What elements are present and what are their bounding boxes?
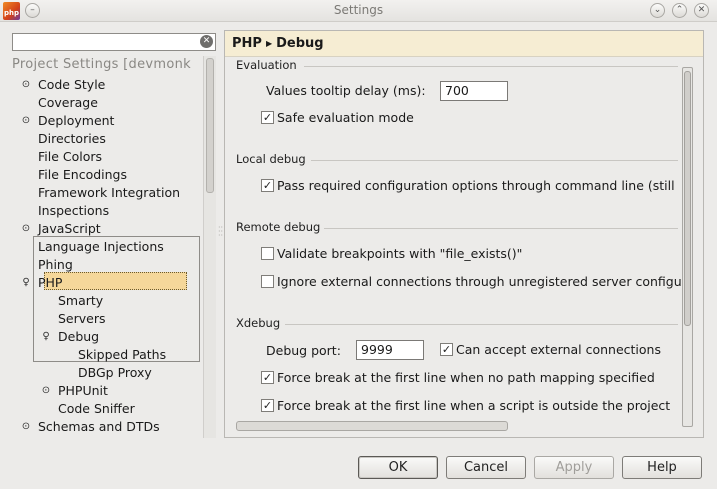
- tree-item-coverage[interactable]: Coverage: [38, 94, 98, 112]
- clear-search-icon[interactable]: ✕: [200, 35, 213, 48]
- section-divider: [304, 66, 678, 67]
- ok-button[interactable]: OK: [358, 456, 438, 479]
- force-break-mapping-label: Force break at the first line when no pa…: [277, 370, 655, 385]
- tree-item-code-sniffer[interactable]: Code Sniffer: [58, 400, 135, 418]
- tree-expand-toggle-icon[interactable]: ♀: [20, 274, 32, 292]
- pass-config-label: Pass required configuration options thro…: [277, 178, 675, 193]
- tree-scrollbar[interactable]: [203, 56, 216, 438]
- tree-expand-toggle-icon[interactable]: ⊙: [20, 76, 32, 94]
- tree-item-javascript[interactable]: JavaScript: [38, 220, 101, 238]
- tree-item-inspections[interactable]: Inspections: [38, 202, 109, 220]
- settings-search-input[interactable]: ✕: [12, 33, 216, 51]
- help-button[interactable]: Help: [622, 456, 702, 479]
- tree-item-php[interactable]: PHP: [38, 274, 62, 292]
- tree-expand-toggle-icon[interactable]: ⊙: [20, 418, 32, 436]
- tree-item-file-encodings[interactable]: File Encodings: [38, 166, 127, 184]
- tree-item-deployment[interactable]: Deployment: [38, 112, 114, 130]
- force-break-outside-checkbox[interactable]: ✓: [261, 399, 274, 412]
- tree-item-phpunit[interactable]: PHPUnit: [58, 382, 108, 400]
- validate-breakpoints-checkbox[interactable]: [261, 247, 274, 260]
- tree-item-debug[interactable]: Debug: [58, 328, 99, 346]
- tree-item-language-injections[interactable]: Language Injections: [38, 238, 164, 256]
- close-button[interactable]: ✕: [694, 3, 709, 18]
- tree-item-code-style[interactable]: Code Style: [38, 76, 105, 94]
- tree-expand-toggle-icon[interactable]: ⊙: [40, 382, 52, 400]
- pass-config-checkbox[interactable]: ✓: [261, 179, 274, 192]
- ignore-external-checkbox[interactable]: [261, 275, 274, 288]
- tree-expand-toggle-icon[interactable]: ⊙: [20, 220, 32, 238]
- tree-item-directories[interactable]: Directories: [38, 130, 106, 148]
- validate-breakpoints-label: Validate breakpoints with "file_exists()…: [277, 246, 523, 261]
- settings-vertical-scrollbar-thumb[interactable]: [684, 71, 691, 326]
- settings-horizontal-scrollbar[interactable]: [236, 421, 508, 431]
- ignore-external-label: Ignore external connections through unre…: [277, 274, 682, 289]
- apply-button[interactable]: Apply: [534, 456, 614, 479]
- breadcrumb: PHP ▶ Debug: [225, 31, 703, 57]
- section-divider: [285, 324, 678, 325]
- tooltip-delay-input[interactable]: 700: [440, 81, 508, 101]
- maximize-button[interactable]: ⌃: [672, 3, 687, 18]
- section-title-local-debug: Local debug: [236, 152, 306, 166]
- tooltip-delay-label: Values tooltip delay (ms):: [266, 83, 426, 98]
- tree-header-project-settings: Project Settings [devmonk: [12, 57, 191, 72]
- tree-item-schemas-and-dtds[interactable]: Schemas and DTDs: [38, 418, 160, 436]
- cancel-button[interactable]: Cancel: [446, 456, 526, 479]
- tree-item-smarty[interactable]: Smarty: [58, 292, 103, 310]
- section-title-remote-debug: Remote debug: [236, 220, 321, 234]
- section-title-evaluation: Evaluation: [236, 58, 297, 72]
- minimize-button[interactable]: ⌄: [650, 3, 665, 18]
- tree-scrollbar-thumb[interactable]: [206, 58, 214, 193]
- debug-settings-panel: PHP ▶ Debug Evaluation Values tooltip dela…: [224, 30, 704, 438]
- tree-item-dbgp-proxy[interactable]: DBGp Proxy: [78, 364, 152, 382]
- accept-external-checkbox[interactable]: ✓: [440, 343, 453, 356]
- tree-item-file-colors[interactable]: File Colors: [38, 148, 102, 166]
- tree-expand-toggle-icon[interactable]: ⊙: [20, 112, 32, 130]
- force-break-mapping-checkbox[interactable]: ✓: [261, 371, 274, 384]
- settings-vertical-scrollbar[interactable]: [682, 67, 693, 427]
- accept-external-label: Can accept external connections: [456, 342, 661, 357]
- tree-expand-toggle-icon[interactable]: ♀: [40, 328, 52, 346]
- tree-item-phing[interactable]: Phing: [38, 256, 73, 274]
- pane-splitter-handle[interactable]: ·· ·· ··: [218, 224, 223, 240]
- force-break-outside-label: Force break at the first line when a scr…: [277, 398, 671, 413]
- debug-port-input[interactable]: 9999: [356, 340, 424, 360]
- section-divider: [311, 160, 678, 161]
- safe-eval-checkbox[interactable]: ✓: [261, 111, 274, 124]
- breadcrumb-arrow-icon: ▶: [265, 39, 273, 48]
- title-bar: php – Settings ⌄ ⌃ ✕: [0, 0, 717, 22]
- selected-item-highlight: [44, 272, 187, 290]
- debug-port-label: Debug port:: [266, 343, 341, 358]
- breadcrumb-current: Debug: [276, 36, 324, 51]
- window-title: Settings: [333, 3, 384, 17]
- safe-eval-label: Safe evaluation mode: [277, 110, 414, 125]
- section-divider: [324, 228, 678, 229]
- tree-item-servers[interactable]: Servers: [58, 310, 106, 328]
- section-title-xdebug: Xdebug: [236, 316, 281, 330]
- tree-item-framework-integration[interactable]: Framework Integration: [38, 184, 180, 202]
- breadcrumb-parent: PHP: [232, 36, 262, 51]
- tree-item-skipped-paths[interactable]: Skipped Paths: [78, 346, 166, 364]
